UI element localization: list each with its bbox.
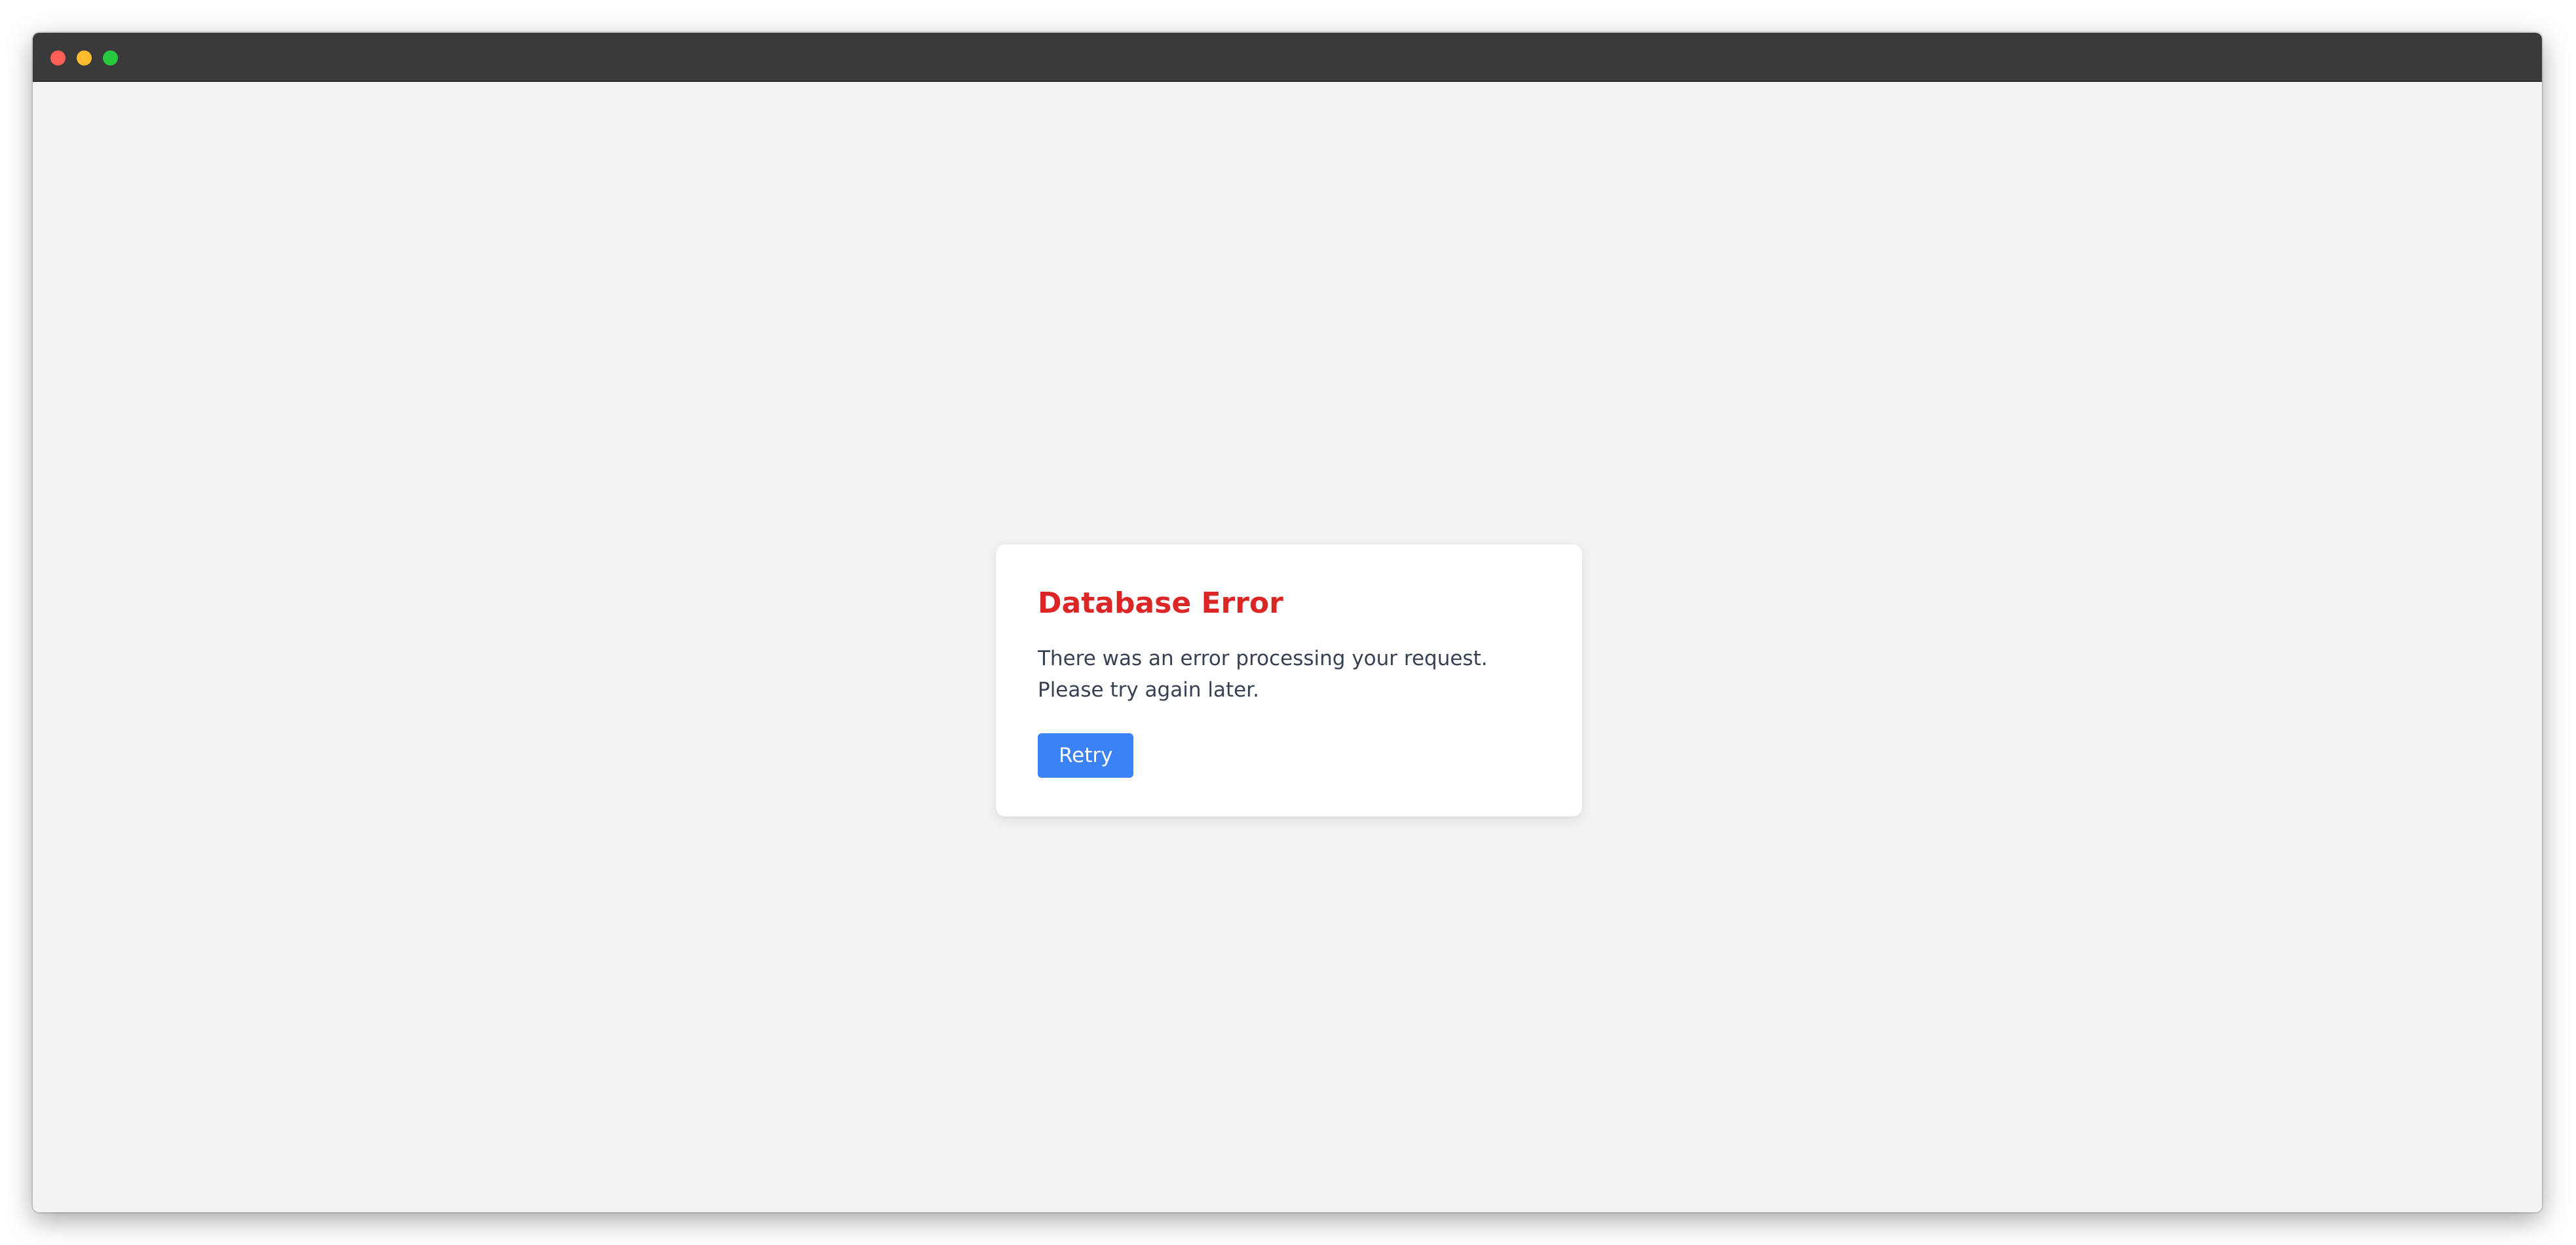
error-message: There was an error processing your reque…: [1038, 647, 1488, 702]
maximize-window-icon[interactable]: [103, 50, 118, 66]
error-title: Database Error: [1038, 586, 1283, 620]
minimize-window-icon[interactable]: [77, 50, 92, 66]
page-content: Database Error There was an error proces…: [33, 82, 2542, 1212]
browser-window: Database Error There was an error proces…: [33, 33, 2542, 1212]
close-window-icon[interactable]: [50, 50, 66, 66]
error-card: Database Error There was an error proces…: [996, 545, 1582, 816]
window-titlebar: [33, 33, 2542, 82]
retry-button[interactable]: Retry: [1038, 733, 1134, 778]
